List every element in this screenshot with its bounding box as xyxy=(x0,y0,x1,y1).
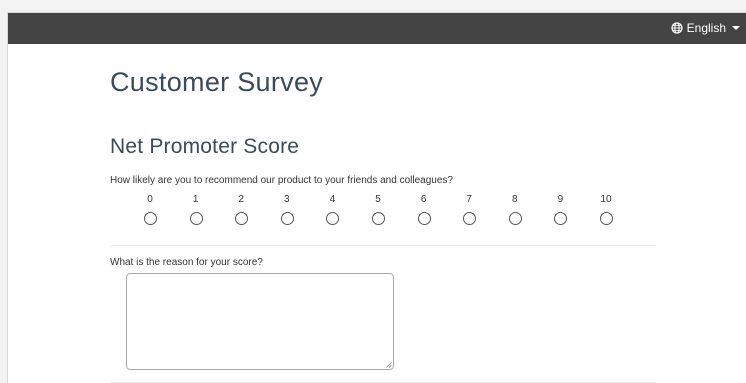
score-radio-10[interactable] xyxy=(600,212,613,225)
scale-label-5: 5 xyxy=(375,194,381,205)
score-radio-2[interactable] xyxy=(235,212,249,225)
score-radio-3[interactable] xyxy=(280,212,294,225)
page-frame: English Customer Survey Net Promoter Sco… xyxy=(7,12,746,383)
divider xyxy=(110,245,656,246)
score-radio-0[interactable] xyxy=(144,212,157,225)
section-title: Net Promoter Score xyxy=(110,135,300,158)
scale-label-9: 9 xyxy=(557,194,564,205)
scale-label-8: 8 xyxy=(512,194,518,205)
resize-grip-icon[interactable] xyxy=(386,362,392,368)
reason-question: What is the reason for your score? xyxy=(110,257,263,268)
scale-label-7: 7 xyxy=(466,194,472,205)
score-radio-7[interactable] xyxy=(463,212,477,225)
scale-label-0: 0 xyxy=(147,194,153,205)
globe-icon xyxy=(671,22,683,34)
score-radio-8[interactable] xyxy=(508,212,522,225)
score-radio-1[interactable] xyxy=(189,212,203,225)
scale-label-2: 2 xyxy=(238,194,244,205)
reason-textarea[interactable] xyxy=(126,273,394,370)
score-radio-9[interactable] xyxy=(554,212,568,225)
scale-label-6: 6 xyxy=(420,194,427,205)
scale-label-4: 4 xyxy=(329,194,336,205)
scale-label-10: 10 xyxy=(600,194,612,205)
score-radio-6[interactable] xyxy=(417,212,431,225)
score-radio-5[interactable] xyxy=(372,212,385,225)
scale-label-3: 3 xyxy=(284,194,290,205)
top-bar: English xyxy=(8,13,746,44)
caret-down-icon xyxy=(732,26,740,30)
page-title: Customer Survey xyxy=(110,67,324,97)
language-selector[interactable]: English xyxy=(671,21,740,35)
nps-question: How likely are you to recommend our prod… xyxy=(110,175,453,186)
language-label: English xyxy=(686,21,726,35)
score-radio-4[interactable] xyxy=(326,212,340,225)
scale-label-1: 1 xyxy=(192,194,199,205)
